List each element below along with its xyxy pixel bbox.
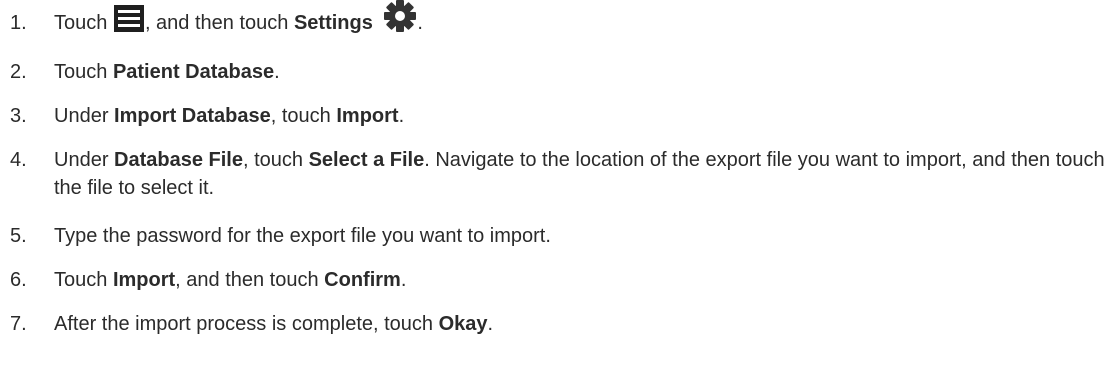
step-6: 6. Touch Import, and then touch Confirm. [0, 266, 1105, 294]
step-number: 5. [10, 225, 27, 247]
step-text-segment: After the import process is complete, to… [54, 313, 439, 335]
step-text-segment: . [400, 269, 407, 291]
select-a-file-label: Select a File [308, 149, 425, 171]
step-number: 6. [10, 269, 27, 291]
step-text: Under Import Database, touch Import. [54, 102, 1105, 130]
step-text: Type the password for the export file yo… [54, 222, 1105, 250]
settings-label: Settings [293, 12, 373, 34]
step-7: 7. After the import process is complete,… [0, 310, 1105, 338]
okay-label: Okay [438, 313, 488, 335]
step-text-segment: . [487, 313, 494, 335]
step-5: 5. Type the password for the export file… [0, 222, 1105, 250]
step-text-segment: , touch [270, 105, 337, 127]
step-number: 4. [10, 149, 27, 171]
step-text: After the import process is complete, to… [54, 310, 1105, 338]
step-1: 1. Touch , and then touch Settings . [0, 0, 1105, 37]
step-text-segment: , and then touch [175, 269, 325, 291]
confirm-label: Confirm [324, 269, 401, 291]
step-number: 1. [10, 12, 27, 34]
step-text-segment: Touch [54, 61, 113, 83]
step-text-segment: Type the password for the export file yo… [54, 225, 551, 247]
step-text-segment: , and then touch [144, 12, 294, 34]
step-2: 2. Touch Patient Database. [0, 58, 1105, 86]
import-database-label: Import Database [114, 105, 271, 127]
import-label: Import [336, 105, 399, 127]
step-3: 3. Under Import Database, touch Import. [0, 102, 1105, 130]
step-number: 7. [10, 313, 27, 335]
step-text: Touch Patient Database. [54, 58, 1105, 86]
step-text-segment: . [274, 61, 280, 83]
patient-database-label: Patient Database [112, 61, 275, 83]
step-text-segment [373, 12, 379, 34]
step-text-segment: . [398, 105, 405, 127]
step-text-segment: Touch [54, 269, 113, 291]
instruction-steps: 1. Touch , and then touch Settings . 2. … [0, 0, 1111, 371]
menu-icon [113, 5, 144, 33]
step-text: Touch Import, and then touch Confirm. [54, 266, 1105, 294]
import-label: Import [112, 269, 176, 291]
step-text: Under Database File, touch Select a File… [54, 146, 1105, 202]
step-text-segment: Under [54, 105, 115, 127]
step-text-segment: , touch [242, 149, 309, 171]
gear-icon [383, 0, 417, 33]
step-text-segment: Under [54, 149, 115, 171]
database-file-label: Database File [114, 149, 243, 171]
step-text-segment: Touch [54, 12, 113, 34]
step-text: Touch , and then touch Settings . [54, 0, 1105, 37]
step-number: 2. [10, 61, 27, 83]
step-number: 3. [10, 105, 27, 127]
step-text-segment: . [417, 12, 423, 34]
step-4: 4. Under Database File, touch Select a F… [0, 146, 1105, 202]
